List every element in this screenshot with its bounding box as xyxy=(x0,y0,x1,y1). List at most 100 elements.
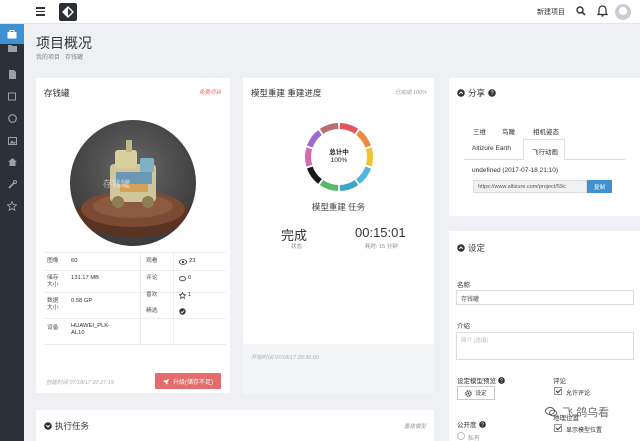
sidebar-item-models[interactable] xyxy=(0,86,24,106)
tab-3d[interactable]: 三维 xyxy=(473,126,486,136)
search-icon[interactable] xyxy=(576,6,586,18)
help-icon[interactable]: ? xyxy=(488,89,496,97)
donut-segment xyxy=(319,123,339,134)
sidebar-item-images[interactable] xyxy=(0,131,24,151)
share-url-input[interactable]: https://www.altizure.com/project/59c xyxy=(473,180,587,193)
donut-center-title: 总计中 xyxy=(329,149,349,156)
avatar[interactable] xyxy=(615,4,631,20)
home-icon xyxy=(7,158,17,166)
sidebar-item-favorites[interactable] xyxy=(0,196,24,216)
exec-task-header: 执行任务 xyxy=(44,420,89,432)
stat-views: 23 xyxy=(179,258,195,265)
name-input[interactable]: 存钱罐 xyxy=(456,290,634,305)
bell-icon[interactable] xyxy=(596,5,609,19)
divider xyxy=(44,318,226,319)
tab-fly-animation[interactable]: 飞行动画 xyxy=(532,146,558,156)
tab-divider xyxy=(464,159,523,160)
chevron-up-circle-icon[interactable] xyxy=(457,244,465,252)
stat-label-featured: 精选 xyxy=(146,308,158,314)
tab-birdview[interactable]: 鸟瞰 xyxy=(502,126,515,136)
star-icon xyxy=(7,201,17,211)
exec-task-card: 执行任务 重建模型 xyxy=(36,410,434,441)
compass-icon xyxy=(7,113,17,123)
created-time: 创建时间 07/18/17 20:27:19 xyxy=(46,380,114,386)
sidebar xyxy=(0,24,24,441)
divider xyxy=(44,270,226,271)
exec-task-tag: 重建模型 xyxy=(403,424,426,430)
task-status-label: 状态 xyxy=(291,244,303,250)
brand-watermark: 飞 鸽乌看 xyxy=(545,404,609,420)
box-icon xyxy=(8,92,16,100)
exec-task-title: 执行任务 xyxy=(55,421,90,431)
help-icon[interactable]: ? xyxy=(498,376,505,384)
sidebar-item-explore[interactable] xyxy=(0,108,24,128)
public-setting: 公开度 ? xyxy=(457,419,486,429)
share-date: undefined (2017-07-18 21:10) xyxy=(472,167,559,174)
chevron-down-circle-icon[interactable] xyxy=(44,422,52,430)
sidebar-item-tools[interactable] xyxy=(0,174,24,194)
image-icon xyxy=(7,137,17,145)
stat-label-device: 设备 xyxy=(47,325,59,331)
comment-icon xyxy=(179,275,186,281)
brand-watermark-text: 飞 鸽乌看 xyxy=(562,407,610,419)
sidebar-item-folder[interactable] xyxy=(0,38,24,58)
stat-value-comments: 0 xyxy=(188,275,192,281)
help-icon[interactable]: ? xyxy=(478,420,486,428)
chevron-up-circle-icon[interactable] xyxy=(457,89,465,97)
preview-watermark: 存钱罐 xyxy=(103,179,131,189)
stat-value-views: 23 xyxy=(189,258,196,264)
private-option-label: 私有 xyxy=(468,436,481,441)
share-title: 分享 xyxy=(468,88,486,98)
donut-segment xyxy=(339,180,359,191)
breadcrumb-my-projects[interactable]: 我的项目 xyxy=(36,55,60,61)
copy-button[interactable]: 复制 xyxy=(587,180,612,193)
tab-altizure-earth[interactable]: Altizure Earth xyxy=(472,145,511,152)
preview-label: 设定模型预览 xyxy=(457,378,496,385)
breadcrumb: 我的项目 存钱罐 xyxy=(36,52,88,61)
svg-text:?: ? xyxy=(481,422,484,428)
task-label: 模型重建 任务 xyxy=(311,202,366,212)
tab-camera-pose[interactable]: 相机姿态 xyxy=(533,126,559,136)
allow-comment-checkbox[interactable] xyxy=(554,387,562,395)
free-project-tag: 免费项目 xyxy=(198,90,221,96)
stat-value-images: 60 xyxy=(71,258,78,264)
altizure-logo[interactable] xyxy=(59,3,77,21)
share-header: 分享 ? xyxy=(457,87,496,99)
preview-set-button[interactable]: 设定 xyxy=(457,386,495,400)
eye-icon xyxy=(179,258,187,265)
star-icon xyxy=(179,292,186,299)
divider xyxy=(44,252,226,253)
task-progress-tag: 已完成 100% xyxy=(394,90,427,96)
donut-center-percent: 100% xyxy=(330,157,348,164)
stat-label-storage: 储存大小 xyxy=(47,275,59,288)
stat-value-device: HUAWEI_PLK-AL10 xyxy=(71,323,111,336)
breadcrumb-current: 存钱罐 xyxy=(65,55,84,61)
divider xyxy=(44,292,226,293)
sidebar-item-documents[interactable] xyxy=(0,64,24,84)
settings-title: 设定 xyxy=(468,243,486,253)
intro-textarea[interactable]: 简介 (选填) xyxy=(456,332,634,360)
cog-icon xyxy=(465,389,473,397)
stat-comments: 0 xyxy=(179,275,191,282)
menu-icon[interactable] xyxy=(36,7,45,16)
preview-set-button-label: 设定 xyxy=(475,391,487,397)
stat-featured xyxy=(179,308,186,318)
folder-icon xyxy=(7,45,17,52)
stat-label-images: 图像 xyxy=(47,258,59,264)
model-preview[interactable] xyxy=(70,120,196,246)
private-radio[interactable] xyxy=(457,432,465,440)
task-footer: 开始时间 07/18/17 20:36:00 xyxy=(243,344,434,394)
donut-segment xyxy=(355,130,372,148)
stat-label-likes: 喜欢 xyxy=(146,292,158,298)
upgrade-button[interactable]: 升级(储存不足) xyxy=(155,373,221,389)
sidebar-item-home[interactable] xyxy=(0,152,24,172)
file-icon xyxy=(8,69,16,79)
public-label: 公开度 xyxy=(457,422,477,429)
show-location-checkbox[interactable] xyxy=(554,424,562,432)
donut-segment xyxy=(355,166,372,184)
donut-segment xyxy=(319,180,339,191)
new-project-link[interactable]: 新建项目 xyxy=(537,7,565,17)
stat-value-storage: 131.17 MB xyxy=(71,275,100,281)
donut-segment xyxy=(306,130,323,148)
stat-likes: 1 xyxy=(179,292,191,299)
